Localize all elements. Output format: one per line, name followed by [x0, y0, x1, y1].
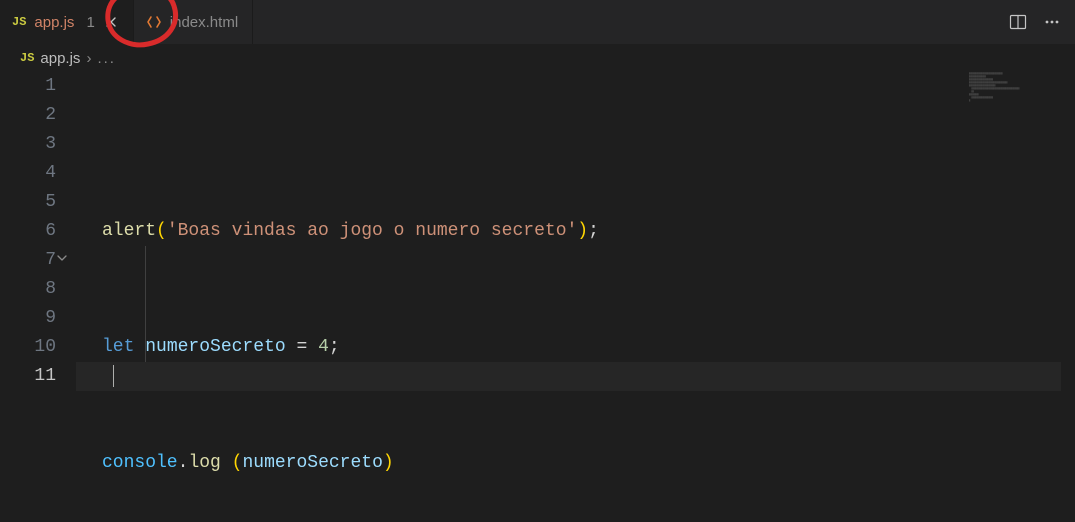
- breadcrumb[interactable]: JS app.js › ...: [0, 44, 1075, 72]
- chevron-right-icon: ›: [86, 50, 91, 67]
- line-number: 9: [0, 304, 56, 333]
- line-number: 2: [0, 101, 56, 130]
- code-line: console.log (numeroSecreto): [102, 449, 1075, 478]
- js-file-icon: JS: [20, 51, 34, 65]
- split-editor-icon[interactable]: [1007, 11, 1029, 33]
- line-number: 10: [0, 333, 56, 362]
- code-line: let numeroSecreto = 4;: [102, 333, 1075, 362]
- tab-app-js[interactable]: JS app.js 1: [0, 0, 134, 44]
- tab-filename: index.html: [170, 14, 238, 31]
- indent-guide: [145, 246, 146, 362]
- code-editor[interactable]: 1234567891011 alert('Boas vindas ao jogo…: [0, 72, 1075, 522]
- breadcrumb-file: app.js: [40, 50, 80, 67]
- line-number: 6: [0, 217, 56, 246]
- close-icon[interactable]: [103, 14, 119, 30]
- line-number: 8: [0, 275, 56, 304]
- tab-filename: app.js: [34, 14, 74, 31]
- minimap[interactable]: ████████████████████████████ ███████████…: [969, 72, 1059, 142]
- js-file-icon: JS: [12, 15, 26, 29]
- line-number: 5: [0, 188, 56, 217]
- tab-actions: [1007, 11, 1075, 33]
- breadcrumb-rest: ...: [97, 50, 116, 67]
- line-number: 4: [0, 159, 56, 188]
- fold-chevron-icon[interactable]: [56, 252, 68, 264]
- code-area[interactable]: alert('Boas vindas ao jogo o numero secr…: [76, 72, 1075, 522]
- line-number: 3: [0, 130, 56, 159]
- tab-index-html[interactable]: index.html: [134, 0, 253, 44]
- line-number: 11: [0, 362, 56, 391]
- line-number: 1: [0, 72, 56, 101]
- more-actions-icon[interactable]: [1041, 11, 1063, 33]
- html-file-icon: [146, 14, 162, 30]
- current-line-highlight: [76, 362, 1061, 391]
- line-number: 7: [0, 246, 56, 275]
- tab-error-count: 1: [86, 14, 94, 31]
- vertical-scrollbar[interactable]: [1061, 44, 1075, 522]
- line-number-gutter: 1234567891011: [0, 72, 76, 522]
- tab-bar: JS app.js 1 index.html: [0, 0, 1075, 44]
- code-line: alert('Boas vindas ao jogo o numero secr…: [102, 217, 1075, 246]
- text-cursor: [113, 365, 114, 387]
